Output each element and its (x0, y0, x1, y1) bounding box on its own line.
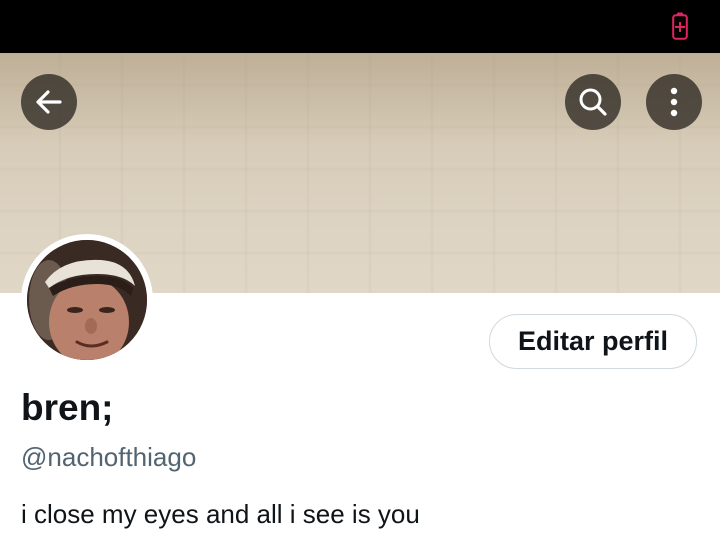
edit-profile-button[interactable]: Editar perfil (489, 314, 697, 369)
profile-bio: i close my eyes and all i see is you (21, 499, 420, 529)
more-vertical-icon (670, 87, 678, 117)
username-handle: @nachofthiago (21, 442, 197, 472)
avatar[interactable] (21, 234, 153, 366)
battery-charging-icon (672, 12, 688, 40)
avatar-image (27, 240, 147, 360)
avatar-photo-illustration (27, 240, 147, 360)
search-icon (579, 88, 607, 116)
display-name: bren; (21, 387, 114, 428)
status-bar (0, 0, 720, 53)
back-button[interactable] (21, 74, 77, 130)
search-button[interactable] (565, 74, 621, 130)
more-options-button[interactable] (646, 74, 702, 130)
arrow-left-icon (36, 90, 62, 114)
